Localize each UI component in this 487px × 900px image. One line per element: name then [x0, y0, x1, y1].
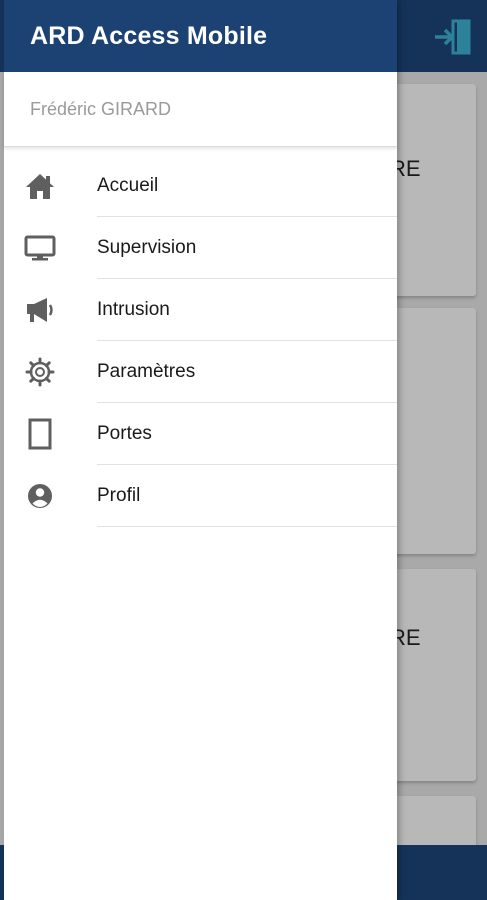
menu-item-label: Intrusion: [97, 299, 170, 320]
drawer-menu: Accueil Supervision Intrusion Paramètres…: [4, 155, 397, 527]
user-info: Frédéric GIRARD: [4, 72, 397, 147]
monitor-icon: [24, 233, 56, 263]
navigation-drawer: ARD Access Mobile Frédéric GIRARD Accuei…: [4, 0, 397, 900]
menu-item-label: Portes: [97, 423, 152, 444]
menu-item-parametres[interactable]: Paramètres: [4, 341, 397, 403]
menu-item-label: Accueil: [97, 175, 159, 196]
megaphone-icon: [24, 295, 56, 325]
menu-item-label: Supervision: [97, 237, 197, 258]
home-icon: [24, 171, 56, 201]
menu-item-profil[interactable]: Profil: [4, 465, 397, 527]
divider: [97, 526, 397, 527]
account-icon: [24, 481, 56, 511]
user-name: Frédéric GIRARD: [30, 99, 172, 119]
menu-item-intrusion[interactable]: Intrusion: [4, 279, 397, 341]
gear-icon: [24, 357, 56, 387]
door-icon: [24, 418, 56, 450]
menu-item-label: Paramètres: [97, 361, 196, 382]
menu-item-portes[interactable]: Portes: [4, 403, 397, 465]
menu-item-accueil[interactable]: Accueil: [4, 155, 397, 217]
menu-item-supervision[interactable]: Supervision: [4, 217, 397, 279]
app-title: ARD Access Mobile: [30, 22, 268, 50]
menu-item-label: Profil: [97, 485, 141, 506]
drawer-header: ARD Access Mobile: [4, 0, 397, 72]
